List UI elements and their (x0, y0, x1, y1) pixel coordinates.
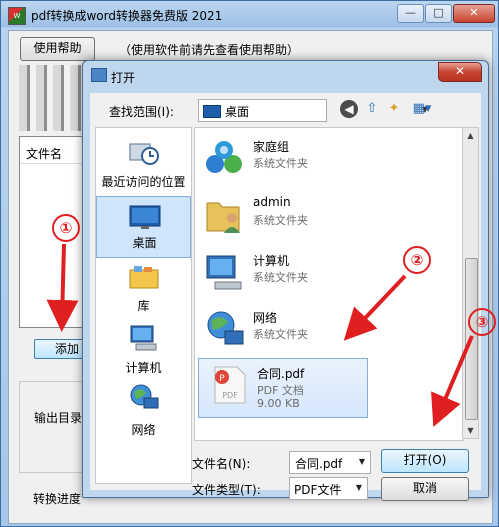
item-name: 网络 (253, 311, 278, 325)
file-type-label: 文件类型(T): (192, 483, 261, 497)
chevron-down-icon[interactable]: ▼ (353, 480, 365, 495)
dialog-close-button[interactable]: ✕ (438, 62, 482, 82)
help-button[interactable]: 使用帮助 (20, 37, 95, 61)
places-bar: 最近访问的位置 桌面 库 计算机 网络 (95, 127, 192, 484)
list-item-admin[interactable]: admin 系统文件夹 (195, 189, 463, 245)
item-type: 系统文件夹 (253, 157, 308, 170)
place-label: 桌面 (132, 236, 157, 250)
file-list-divider (20, 163, 90, 164)
list-item-pdf[interactable]: P PDF 合同.pdf PDF 文档 9.00 KB (198, 358, 368, 418)
network-icon (207, 311, 244, 345)
up-folder-icon[interactable]: ⇧ (363, 100, 381, 118)
look-in-select[interactable]: 桌面 ▼ (198, 99, 428, 122)
file-name-value: 合同.pdf (295, 457, 343, 471)
homegroup-icon (206, 141, 242, 173)
open-dialog: 打开 ✕ 查找范围(I): 桌面 ▼ ◀ ⇧ ✦ ▦▾ 最近访问的位置 桌面 库… (82, 60, 489, 501)
file-type-select[interactable]: PDF文件 ▼ (289, 477, 368, 500)
computer-icon (130, 325, 157, 351)
output-dir-label: 输出目录 (34, 411, 83, 425)
item-type: 系统文件夹 (253, 328, 308, 341)
main-titlebar[interactable]: W pdf转换成word转换器免费版 2021 — □ ✕ (1, 1, 498, 29)
user-folder-icon (206, 202, 240, 233)
computer-icon (206, 255, 242, 290)
item-size: 9.00 KB (257, 397, 300, 410)
cancel-button[interactable]: 取消 (381, 477, 469, 501)
progress-label: 转换进度 (33, 492, 82, 506)
desktop-icon (129, 205, 161, 229)
main-window-title: pdf转换成word转换器免费版 2021 (31, 9, 223, 23)
view-menu-icon[interactable]: ▦▾ (408, 100, 436, 118)
maximize-button[interactable]: □ (425, 4, 452, 23)
step-3-marker: ③ (468, 308, 496, 336)
file-type-value: PDF文件 (294, 483, 342, 497)
dialog-title: 打开 (111, 71, 136, 85)
item-name: admin (253, 195, 291, 209)
svg-text:P: P (219, 374, 225, 384)
vertical-scrollbar[interactable]: ▲ ▼ (462, 127, 479, 439)
place-label: 计算机 (125, 361, 162, 375)
step-2-marker: ② (403, 246, 431, 274)
scroll-down-icon[interactable]: ▼ (463, 423, 478, 438)
place-computer[interactable]: 计算机 (96, 320, 191, 382)
item-type: 系统文件夹 (253, 214, 308, 227)
open-button[interactable]: 打开(O) (381, 449, 469, 473)
place-label: 库 (137, 299, 150, 313)
folder-icon (91, 68, 107, 82)
item-type: PDF 文档 (257, 384, 304, 397)
item-name: 家庭组 (253, 140, 290, 154)
file-list-header[interactable]: 文件名 (26, 145, 62, 162)
step-1-marker: ① (52, 214, 80, 242)
place-libraries[interactable]: 库 (96, 258, 191, 320)
item-name: 合同.pdf (257, 367, 305, 381)
list-item-network[interactable]: 网络 系统文件夹 (195, 303, 463, 359)
dialog-client: 查找范围(I): 桌面 ▼ ◀ ⇧ ✦ ▦▾ 最近访问的位置 桌面 库 计算机 … (90, 93, 481, 501)
look-in-value: 桌面 (225, 105, 250, 119)
svg-text:PDF: PDF (222, 391, 238, 400)
add-button[interactable]: 添加 (34, 339, 89, 359)
item-type: 系统文件夹 (253, 271, 308, 284)
place-desktop[interactable]: 桌面 (96, 196, 191, 258)
libraries-icon (129, 266, 159, 289)
network-icon (130, 384, 159, 409)
dialog-titlebar[interactable]: 打开 ✕ (83, 61, 488, 89)
minimize-button[interactable]: — (397, 4, 424, 23)
file-pane[interactable]: 家庭组 系统文件夹 admin 系统文件夹 计算机 系统文件夹 网络 系统文件夹… (194, 127, 464, 441)
back-icon[interactable]: ◀ (340, 100, 358, 118)
app-icon: W (8, 7, 26, 25)
place-label: 网络 (131, 423, 156, 437)
new-folder-icon[interactable]: ✦ (385, 100, 403, 118)
main-close-button[interactable]: ✕ (453, 4, 495, 23)
look-in-label: 查找范围(I): (109, 105, 174, 119)
chevron-down-icon[interactable]: ▼ (356, 454, 368, 469)
desktop-icon (203, 105, 221, 118)
place-label: 最近访问的位置 (101, 175, 186, 189)
item-name: 计算机 (253, 254, 290, 268)
help-note: （使用软件前请先查看使用帮助） (119, 43, 300, 57)
scroll-up-icon[interactable]: ▲ (463, 128, 478, 143)
banner-image (19, 65, 89, 131)
output-group: 输出目录 (19, 381, 91, 473)
list-item-homegroup[interactable]: 家庭组 系统文件夹 (195, 132, 463, 188)
pdf-file-icon: P PDF (214, 366, 246, 404)
place-network[interactable]: 网络 (96, 382, 191, 444)
recent-places-icon (129, 143, 159, 165)
place-recent[interactable]: 最近访问的位置 (96, 134, 191, 196)
file-name-label: 文件名(N): (192, 457, 251, 471)
file-name-field[interactable]: 合同.pdf ▼ (289, 451, 371, 474)
scroll-thumb[interactable] (465, 258, 478, 420)
